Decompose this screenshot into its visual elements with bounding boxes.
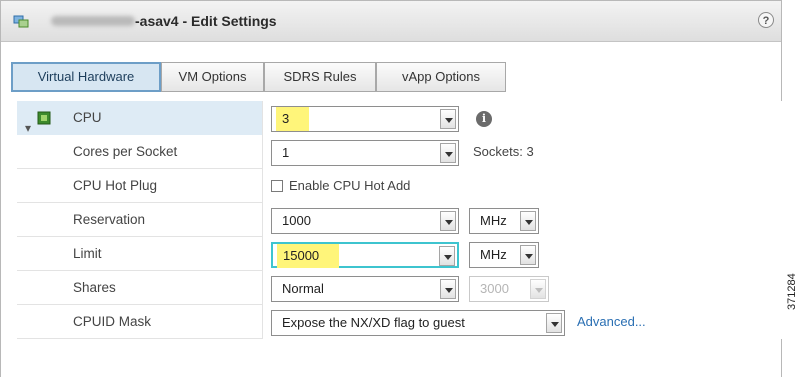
- shares-select[interactable]: Normal: [271, 276, 459, 302]
- reservation-unit: MHz: [480, 213, 507, 228]
- redacted-name: [51, 16, 135, 26]
- enable-cpu-hot-add-checkbox[interactable]: [271, 180, 283, 192]
- cores-per-socket-value: 1: [282, 145, 290, 160]
- shares-row: Shares Normal 3000: [17, 271, 783, 305]
- reservation-input[interactable]: 1000: [271, 208, 459, 234]
- limit-unit-select[interactable]: MHz: [469, 242, 539, 268]
- limit-unit: MHz: [480, 247, 507, 262]
- cpu-hot-plug-label: CPU Hot Plug: [73, 178, 158, 193]
- chevron-down-icon[interactable]: [439, 246, 455, 266]
- help-icon[interactable]: ?: [758, 12, 774, 28]
- chevron-down-icon[interactable]: [520, 245, 536, 265]
- shares-label: Shares: [73, 280, 116, 295]
- reservation-row: Reservation 1000 MHz: [17, 203, 783, 237]
- sockets-count: Sockets: 3: [473, 144, 534, 159]
- info-icon[interactable]: i: [476, 111, 492, 127]
- cpu-row: ▾ CPU 3 i: [17, 101, 783, 135]
- chevron-down-icon[interactable]: [440, 109, 456, 129]
- chevron-down-icon[interactable]: [520, 211, 536, 231]
- chevron-down-icon[interactable]: [546, 313, 562, 333]
- reservation-value: 1000: [282, 213, 311, 228]
- chevron-down-icon[interactable]: [440, 143, 456, 163]
- dialog-title: -asav4 - Edit Settings: [135, 13, 277, 29]
- limit-value: 15000: [277, 244, 340, 268]
- shares-value: Normal: [282, 281, 324, 296]
- cpuid-mask-label: CPUID Mask: [73, 314, 152, 329]
- cores-per-socket-select[interactable]: 1: [271, 140, 459, 166]
- limit-label: Limit: [73, 246, 102, 261]
- reservation-label: Reservation: [73, 212, 146, 227]
- cpu-count-value: 3: [276, 107, 310, 131]
- cores-per-socket-row: Cores per Socket 1 Sockets: 3: [17, 135, 783, 169]
- advanced-link[interactable]: Advanced...: [577, 305, 646, 339]
- cpu-count-select[interactable]: 3: [271, 106, 459, 132]
- cpuid-mask-select[interactable]: Expose the NX/XD flag to guest: [271, 310, 565, 336]
- tab-sdrs-rules[interactable]: SDRS Rules: [264, 62, 376, 92]
- cores-per-socket-label: Cores per Socket: [73, 144, 178, 159]
- tab-vapp-options[interactable]: vApp Options: [376, 62, 506, 92]
- cpu-label: CPU: [73, 110, 102, 125]
- enable-cpu-hot-add-label[interactable]: Enable CPU Hot Add: [289, 169, 410, 203]
- chevron-down-icon[interactable]: [440, 279, 456, 299]
- vm-icon: [13, 15, 29, 28]
- cpu-hot-plug-row: CPU Hot Plug Enable CPU Hot Add: [17, 169, 783, 203]
- limit-input[interactable]: 15000: [271, 242, 459, 268]
- tab-vm-options[interactable]: VM Options: [161, 62, 264, 92]
- cpuid-mask-row: CPUID Mask Expose the NX/XD flag to gues…: [17, 305, 783, 339]
- limit-row: Limit 15000 MHz: [17, 237, 783, 271]
- edit-settings-dialog: -asav4 - Edit Settings ? Virtual Hardwar…: [0, 0, 783, 377]
- cpuid-mask-value: Expose the NX/XD flag to guest: [282, 315, 465, 330]
- title-bar: -asav4 - Edit Settings ?: [1, 1, 781, 42]
- cpu-chip-icon: [37, 111, 51, 125]
- chevron-down-icon: [530, 279, 546, 299]
- chevron-down-icon[interactable]: [440, 211, 456, 231]
- shares-number: 3000: [480, 281, 509, 296]
- tab-virtual-hardware[interactable]: Virtual Hardware: [11, 62, 161, 92]
- shares-number-input: 3000: [469, 276, 549, 302]
- figure-id: 371284: [786, 273, 798, 310]
- reservation-unit-select[interactable]: MHz: [469, 208, 539, 234]
